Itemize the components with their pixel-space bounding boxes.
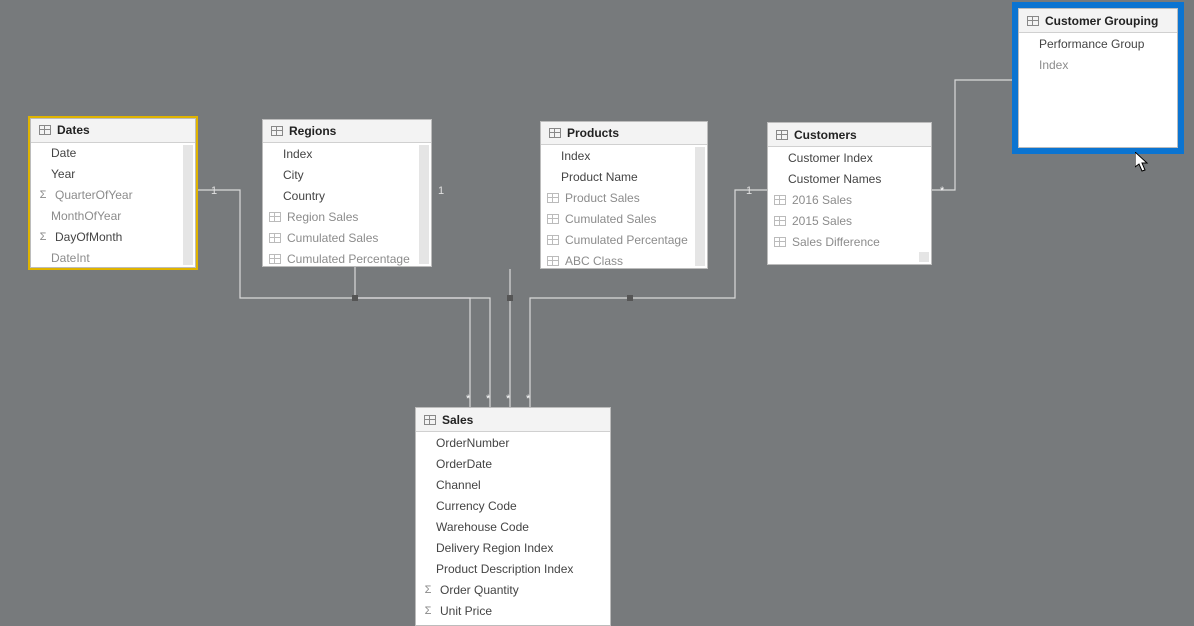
table-regions[interactable]: Regions Index City Country Region Sales … xyxy=(262,119,432,267)
field-row[interactable]: Product Description Index xyxy=(416,558,610,579)
measure-icon xyxy=(774,195,786,205)
field-list[interactable]: OrderNumber OrderDate Channel Currency C… xyxy=(416,432,610,625)
field-row[interactable]: Country xyxy=(263,185,431,206)
field-row[interactable]: DayOfMonth xyxy=(31,227,195,248)
field-row[interactable]: Date xyxy=(31,143,195,164)
measure-icon xyxy=(774,237,786,247)
table-header[interactable]: Sales xyxy=(416,408,610,432)
field-row[interactable]: Performance Group xyxy=(1019,33,1177,54)
field-row[interactable]: Cumulated Sales xyxy=(541,208,707,229)
table-title: Customer Grouping xyxy=(1045,14,1158,28)
cardinality-many: * xyxy=(940,185,945,197)
field-row[interactable]: Product Name xyxy=(541,166,707,187)
table-header[interactable]: Products xyxy=(541,122,707,145)
field-row[interactable]: Year xyxy=(31,164,195,185)
scrollbar[interactable] xyxy=(919,252,929,262)
scrollbar[interactable] xyxy=(183,145,193,265)
sigma-icon xyxy=(37,189,49,201)
field-row[interactable]: City xyxy=(263,164,431,185)
table-icon xyxy=(424,415,436,425)
field-row[interactable]: ABC Class xyxy=(541,250,707,268)
field-row[interactable]: Index xyxy=(541,145,707,166)
cardinality-one: 1 xyxy=(438,185,444,197)
field-row[interactable]: Cumulated Percentage xyxy=(541,229,707,250)
cardinality-many: * xyxy=(526,393,531,405)
mouse-cursor xyxy=(1135,152,1149,172)
measure-icon xyxy=(269,233,281,243)
field-list[interactable]: Index Product Name Product Sales Cumulat… xyxy=(541,145,707,268)
field-row[interactable]: Region Sales xyxy=(263,206,431,227)
table-header[interactable]: Dates xyxy=(31,119,195,143)
cardinality-one: 1 xyxy=(211,185,217,197)
sigma-icon xyxy=(422,605,434,617)
table-products[interactable]: Products Index Product Name Product Sale… xyxy=(540,121,708,269)
field-row[interactable]: Cumulated Percentage xyxy=(263,248,431,266)
field-row[interactable]: QuarterOfYear xyxy=(31,185,195,206)
field-row[interactable]: Order Quantity xyxy=(416,579,610,600)
table-customer-grouping[interactable]: Customer Grouping Performance Group Inde… xyxy=(1018,8,1178,148)
measure-icon xyxy=(547,256,559,266)
table-icon xyxy=(271,126,283,136)
field-row[interactable]: Cumulated Sales xyxy=(263,227,431,248)
field-row[interactable]: Warehouse Code xyxy=(416,516,610,537)
field-row[interactable]: Product Sales xyxy=(541,187,707,208)
table-header[interactable]: Customers xyxy=(768,123,931,147)
sigma-icon xyxy=(37,231,49,243)
table-title: Regions xyxy=(289,124,336,138)
scrollbar[interactable] xyxy=(419,145,429,264)
field-row[interactable]: Customer Names xyxy=(768,168,931,189)
field-row[interactable]: Customer Index xyxy=(768,147,931,168)
measure-icon xyxy=(547,235,559,245)
measure-icon xyxy=(269,212,281,222)
field-row[interactable]: 2016 Sales xyxy=(768,189,931,210)
table-icon xyxy=(549,128,561,138)
table-title: Dates xyxy=(57,123,90,137)
measure-icon xyxy=(547,214,559,224)
table-icon xyxy=(1027,16,1039,26)
table-icon xyxy=(39,125,51,135)
measure-icon xyxy=(547,193,559,203)
field-row[interactable]: DateInt xyxy=(31,248,195,267)
table-title: Sales xyxy=(442,413,473,427)
table-header[interactable]: Regions xyxy=(263,120,431,143)
field-row[interactable]: Delivery Region Index xyxy=(416,537,610,558)
cardinality-many: * xyxy=(506,393,511,405)
table-title: Customers xyxy=(794,128,857,142)
table-dates[interactable]: Dates Date Year QuarterOfYear MonthOfYea… xyxy=(30,118,196,268)
field-row[interactable]: Unit Price xyxy=(416,600,610,621)
field-list[interactable]: Date Year QuarterOfYear MonthOfYear DayO… xyxy=(31,143,195,267)
table-title: Products xyxy=(567,126,619,140)
field-list[interactable]: Performance Group Index xyxy=(1019,33,1177,147)
field-list[interactable]: Customer Index Customer Names 2016 Sales… xyxy=(768,147,931,264)
measure-icon xyxy=(269,254,281,264)
field-row[interactable]: OrderNumber xyxy=(416,432,610,453)
field-row[interactable]: OrderDate xyxy=(416,453,610,474)
field-row[interactable]: Channel xyxy=(416,474,610,495)
table-icon xyxy=(776,130,788,140)
cardinality-one: 1 xyxy=(746,185,752,197)
field-row[interactable]: Index xyxy=(263,143,431,164)
field-row[interactable]: MonthOfYear xyxy=(31,206,195,227)
cardinality-many: * xyxy=(466,393,471,405)
cardinality-many: * xyxy=(486,393,491,405)
field-list[interactable]: Index City Country Region Sales Cumulate… xyxy=(263,143,431,266)
field-row[interactable]: 2015 Sales xyxy=(768,210,931,231)
measure-icon xyxy=(774,216,786,226)
field-row[interactable]: Sales Difference xyxy=(768,231,931,252)
field-row[interactable]: Index xyxy=(1019,54,1177,75)
table-customers[interactable]: Customers Customer Index Customer Names … xyxy=(767,122,932,265)
field-row[interactable]: Currency Code xyxy=(416,495,610,516)
scrollbar[interactable] xyxy=(695,147,705,266)
table-sales[interactable]: Sales OrderNumber OrderDate Channel Curr… xyxy=(415,407,611,626)
model-canvas[interactable]: 1 * 1 * * 1 * * Dates Date Year QuarterO… xyxy=(0,0,1194,626)
sigma-icon xyxy=(422,584,434,596)
table-header[interactable]: Customer Grouping xyxy=(1019,9,1177,33)
